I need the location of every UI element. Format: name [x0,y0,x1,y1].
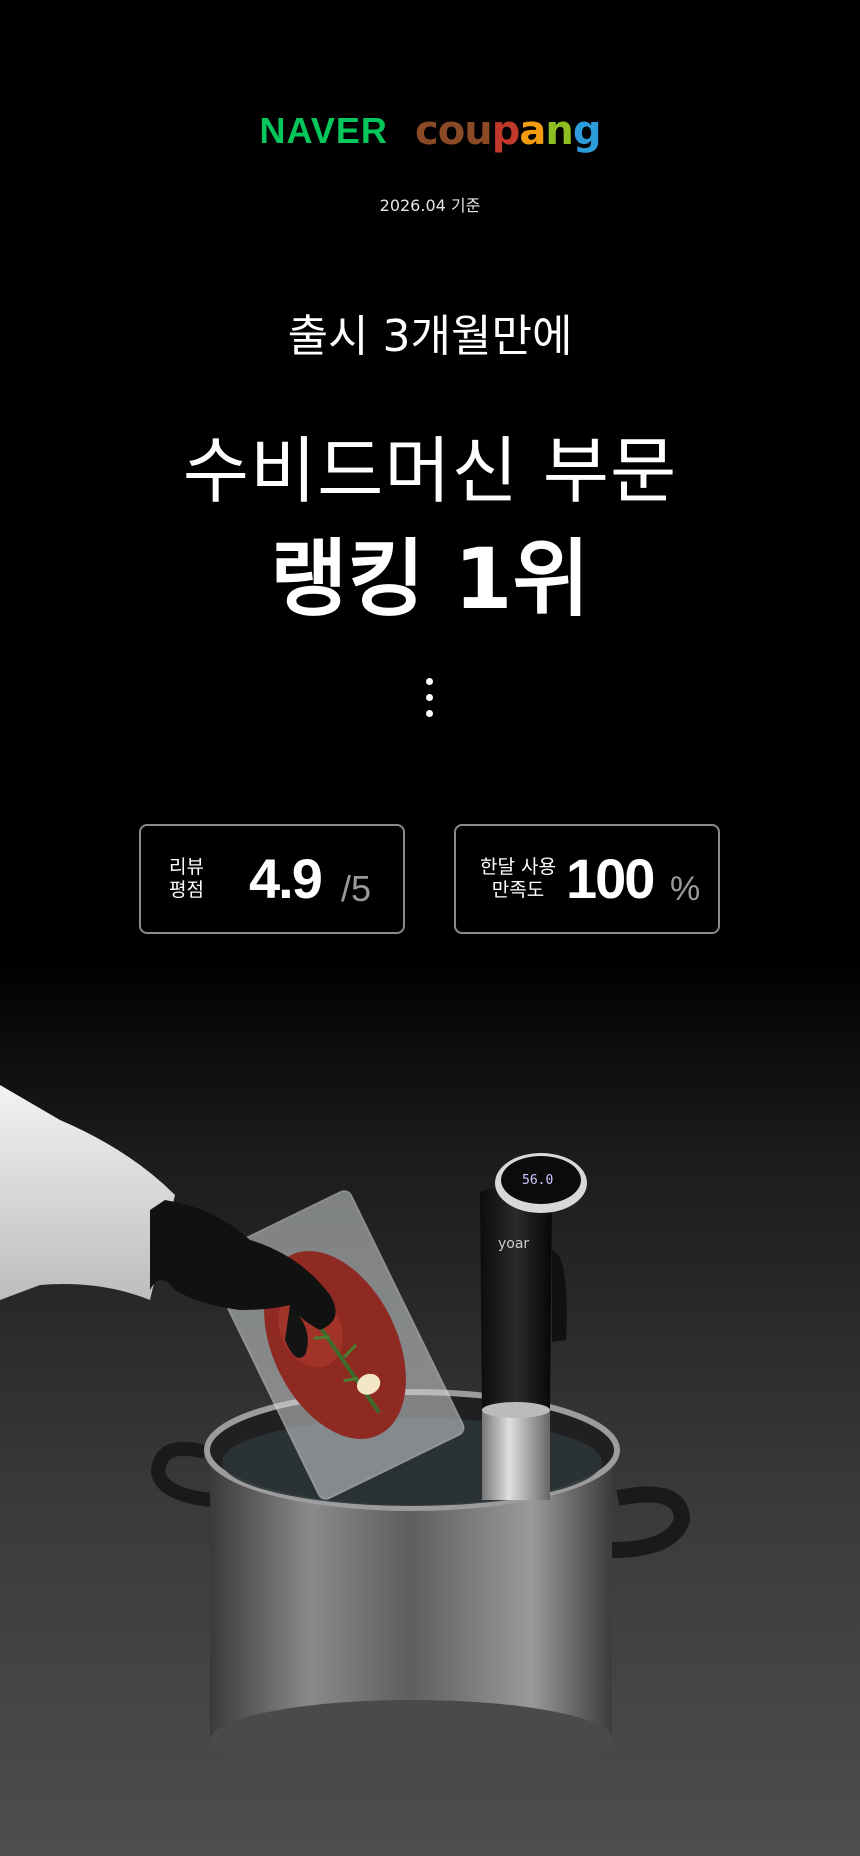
chef-sleeve [0,1085,175,1300]
coupang-logo-letter: n [545,108,574,154]
coupang-logo-letter: c [415,108,439,154]
pot-right-handle [611,1486,691,1558]
coupang-logo-letter: p [491,108,521,154]
satisfaction-label: 한달 사용 만족도 [480,856,556,901]
coupang-logo: coupang [415,108,602,154]
coupang-logo-letter: u [464,108,493,154]
svg-text:yoar: yoar [498,1236,529,1252]
satisfaction-value: 100 [566,847,655,910]
device-steel-sleeve [482,1410,550,1500]
headline-ranking: 랭킹 1위 [270,530,590,628]
coupang-logo-letter: a [519,108,546,154]
vertical-ellipsis-icon [426,678,434,726]
pot-left-handle [150,1441,213,1507]
product-photo: 56.0 yoar [0,1085,691,1780]
svg-text:56.0: 56.0 [522,1173,553,1188]
satisfaction-unit: % [670,870,701,908]
headline-category: 수비드머신 부문 [182,429,678,513]
coupang-logo-letter: g [572,108,602,154]
subtitle: 출시 3개월만에 [287,311,573,362]
naver-logo: NAVER [259,110,388,151]
satisfaction-card: 한달 사용 만족도 100 % [454,824,720,934]
basis-date: 2026.04 기준 [379,196,481,215]
review-score-label: 리뷰 평점 [169,856,204,901]
review-score-value: 4.9 [249,847,323,910]
review-score-unit: /5 [341,868,372,909]
review-score-card: 리뷰 평점 4.9 /5 [139,824,405,934]
sous-vide-device [480,1184,552,1420]
coupang-logo-letter: o [437,108,466,154]
brand-logos: NAVER coupang [0,108,860,154]
